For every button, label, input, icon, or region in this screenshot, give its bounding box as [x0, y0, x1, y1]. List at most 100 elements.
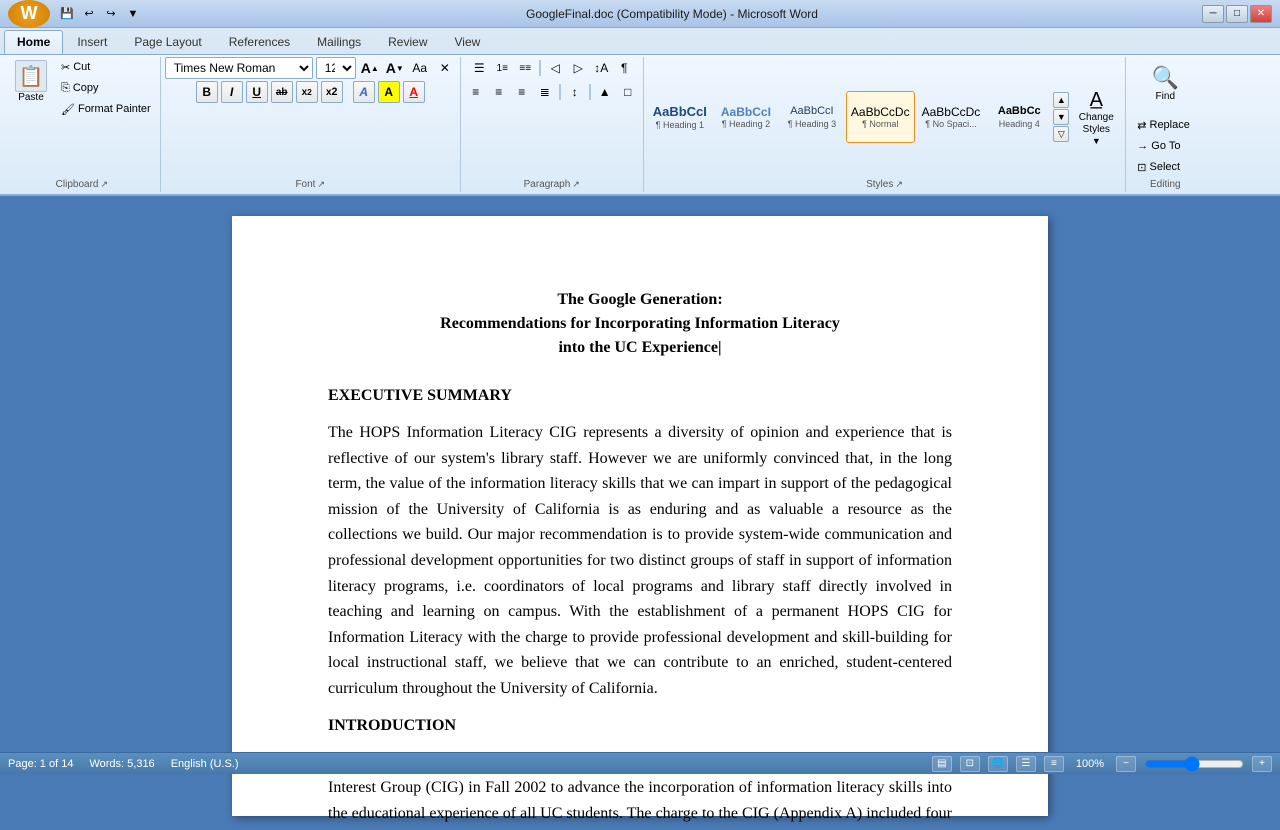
status-left: Page: 1 of 14 Words: 5,316 English (U.S.… [8, 758, 239, 770]
justify-button[interactable]: ≣ [534, 81, 556, 103]
subscript-button[interactable]: x2 [296, 81, 318, 103]
paste-button[interactable]: 📋 Paste [8, 57, 54, 106]
line-spacing-button[interactable]: ↕ [564, 81, 586, 103]
style-no-spacing[interactable]: AaBbCcDc ¶ No Spaci... [917, 91, 986, 143]
change-styles-icon: A̲ [1090, 89, 1103, 112]
align-center-button[interactable]: ≡ [488, 81, 510, 103]
font-group-content: Times New Roman 12 A▲ A▼ Aa ✕ B I U ab x… [165, 57, 456, 177]
bold-button[interactable]: B [196, 81, 218, 103]
para-group-content: ☰ 1≡ ≡≡ ◁ ▷ ↕A ¶ ≡ ≡ ≡ ≣ ↕ ▲ [465, 57, 639, 177]
document-page[interactable]: The Google Generation: Recommendations f… [232, 216, 1048, 816]
ribbon-content: 📋 Paste ✂ Cut ⎘ Copy 🖌 Format Painter [0, 54, 1280, 194]
gallery-scroll-up[interactable]: ▲ [1053, 92, 1069, 108]
align-left-button[interactable]: ≡ [465, 81, 487, 103]
font-label-row: Font ↗ [165, 177, 456, 192]
find-button[interactable]: 🔍 Find [1145, 57, 1186, 109]
gallery-scroll-down[interactable]: ▼ [1053, 109, 1069, 125]
increase-indent-button[interactable]: ▷ [567, 57, 589, 79]
strikethrough-button[interactable]: ab [271, 81, 293, 103]
clipboard-expand-icon[interactable]: ↗ [100, 179, 108, 190]
clipboard-group: 📋 Paste ✂ Cut ⎘ Copy 🖌 Format Painter [4, 57, 161, 192]
goto-label: Go To [1151, 140, 1180, 152]
editing-small-btns: ⇄ Replace → Go To ⊡ Select [1130, 115, 1200, 177]
format-painter-button[interactable]: 🖌 Format Painter [56, 99, 156, 119]
highlight-button[interactable]: A [378, 81, 400, 103]
undo-button[interactable]: ↩ [80, 5, 98, 23]
styles-expand-icon[interactable]: ↗ [895, 179, 903, 190]
qat-more-button[interactable]: ▼ [124, 5, 142, 23]
draft-btn[interactable]: ≡ [1044, 756, 1064, 772]
clear-format-button[interactable]: ✕ [434, 57, 456, 79]
shading-button[interactable]: ▲ [594, 81, 616, 103]
tab-view[interactable]: View [442, 30, 494, 54]
styles-gallery-scroll: ▲ ▼ ▽ [1053, 92, 1069, 142]
cut-button[interactable]: ✂ Cut [56, 57, 156, 77]
goto-button[interactable]: → Go To [1130, 136, 1200, 156]
change-styles-dropdown: ▼ [1092, 136, 1101, 146]
change-styles-button[interactable]: A̲ ChangeStyles ▼ [1071, 91, 1121, 143]
style-heading4[interactable]: AaBbCc Heading 4 [987, 91, 1051, 143]
tab-references[interactable]: References [216, 30, 303, 54]
tab-insert[interactable]: Insert [64, 30, 120, 54]
tab-page-layout[interactable]: Page Layout [121, 30, 214, 54]
web-layout-btn[interactable]: 🌐 [988, 756, 1008, 772]
borders-button[interactable]: □ [617, 81, 639, 103]
superscript-button[interactable]: x2 [321, 81, 343, 103]
italic-button[interactable]: I [221, 81, 243, 103]
numbering-button[interactable]: 1≡ [491, 57, 513, 79]
style-heading1[interactable]: AaBbCcI ¶ Heading 1 [648, 91, 712, 143]
font-row1: Times New Roman 12 A▲ A▼ Aa ✕ [165, 57, 456, 79]
select-button[interactable]: ⊡ Select [1130, 157, 1200, 177]
replace-button[interactable]: ⇄ Replace [1130, 115, 1200, 135]
styles-gallery: AaBbCcI ¶ Heading 1 AaBbCcI ¶ Heading 2 … [648, 91, 1052, 143]
font-color-button[interactable]: A [403, 81, 425, 103]
paragraph-group: ☰ 1≡ ≡≡ ◁ ▷ ↕A ¶ ≡ ≡ ≡ ≣ ↕ ▲ [461, 57, 644, 192]
change-case-button[interactable]: Aa [409, 57, 431, 79]
para-row2: ≡ ≡ ≡ ≣ ↕ ▲ □ [465, 81, 639, 103]
zoom-slider[interactable] [1144, 759, 1244, 769]
title-line3: into the UC Experience [328, 336, 952, 360]
style-normal[interactable]: AaBbCcDc ¶ Normal [846, 91, 915, 143]
copy-icon: ⎘ [61, 82, 70, 95]
gallery-scroll-more[interactable]: ▽ [1053, 126, 1069, 142]
print-layout-btn[interactable]: ▤ [932, 756, 952, 772]
redo-button[interactable]: ↪ [102, 5, 120, 23]
copy-button[interactable]: ⎘ Copy [56, 78, 156, 98]
style-heading2[interactable]: AaBbCcI ¶ Heading 2 [714, 91, 778, 143]
paste-label: Paste [18, 92, 44, 103]
ribbon-tabs: Home Insert Page Layout References Maili… [0, 28, 1280, 54]
para-label-row: Paragraph ↗ [465, 177, 639, 192]
tab-review[interactable]: Review [375, 30, 440, 54]
minimize-button[interactable]: ─ [1202, 5, 1224, 23]
show-marks-button[interactable]: ¶ [613, 57, 635, 79]
bullets-button[interactable]: ☰ [468, 57, 490, 79]
text-effects-button[interactable]: A [353, 81, 375, 103]
style-heading3[interactable]: AaBbCcI ¶ Heading 3 [780, 91, 844, 143]
close-button[interactable]: ✕ [1250, 5, 1272, 23]
font-expand-icon[interactable]: ↗ [317, 179, 325, 190]
underline-button[interactable]: U [246, 81, 268, 103]
change-styles-label: ChangeStyles [1079, 112, 1114, 136]
font-row2: B I U ab x2 x2 A A A [196, 81, 425, 103]
document-area[interactable]: The Google Generation: Recommendations f… [0, 196, 1280, 830]
office-button[interactable]: W [8, 0, 50, 28]
multilevel-button[interactable]: ≡≡ [514, 57, 536, 79]
tab-mailings[interactable]: Mailings [304, 30, 374, 54]
full-screen-btn[interactable]: ⊡ [960, 756, 980, 772]
para-expand-icon[interactable]: ↗ [572, 179, 580, 190]
font-name-select[interactable]: Times New Roman [165, 57, 313, 79]
restore-button[interactable]: □ [1226, 5, 1248, 23]
align-right-button[interactable]: ≡ [511, 81, 533, 103]
tab-home[interactable]: Home [4, 30, 63, 54]
zoom-in-btn[interactable]: + [1252, 756, 1272, 772]
save-button[interactable]: 💾 [58, 5, 76, 23]
font-shrink-button[interactable]: A▼ [384, 57, 406, 79]
replace-icon: ⇄ [1137, 119, 1146, 132]
font-grow-button[interactable]: A▲ [359, 57, 381, 79]
decrease-indent-button[interactable]: ◁ [544, 57, 566, 79]
editing-label-row: Editing [1130, 177, 1200, 192]
zoom-out-btn[interactable]: − [1116, 756, 1136, 772]
sort-button[interactable]: ↕A [590, 57, 612, 79]
outline-btn[interactable]: ☰ [1016, 756, 1036, 772]
font-size-select[interactable]: 12 [316, 57, 356, 79]
